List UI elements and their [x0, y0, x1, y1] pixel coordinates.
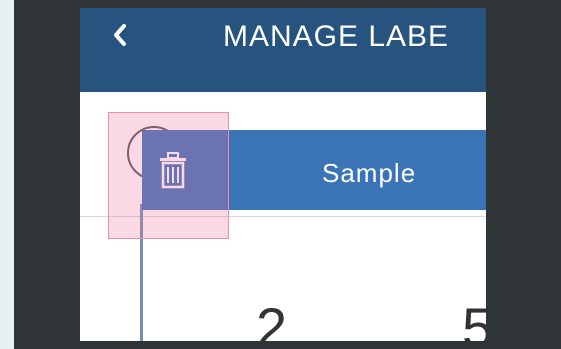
left-margin-strip	[0, 0, 14, 349]
partial-digit: 5	[462, 296, 486, 342]
highlight-box	[108, 112, 229, 239]
label-item-name: Sample	[322, 158, 417, 188]
page-title: MANAGE LABE	[223, 20, 450, 53]
back-button[interactable]	[108, 20, 138, 54]
app-header: MANAGE LABE	[80, 8, 486, 92]
partial-digit: 2	[256, 296, 288, 342]
chevron-left-icon	[114, 24, 126, 46]
